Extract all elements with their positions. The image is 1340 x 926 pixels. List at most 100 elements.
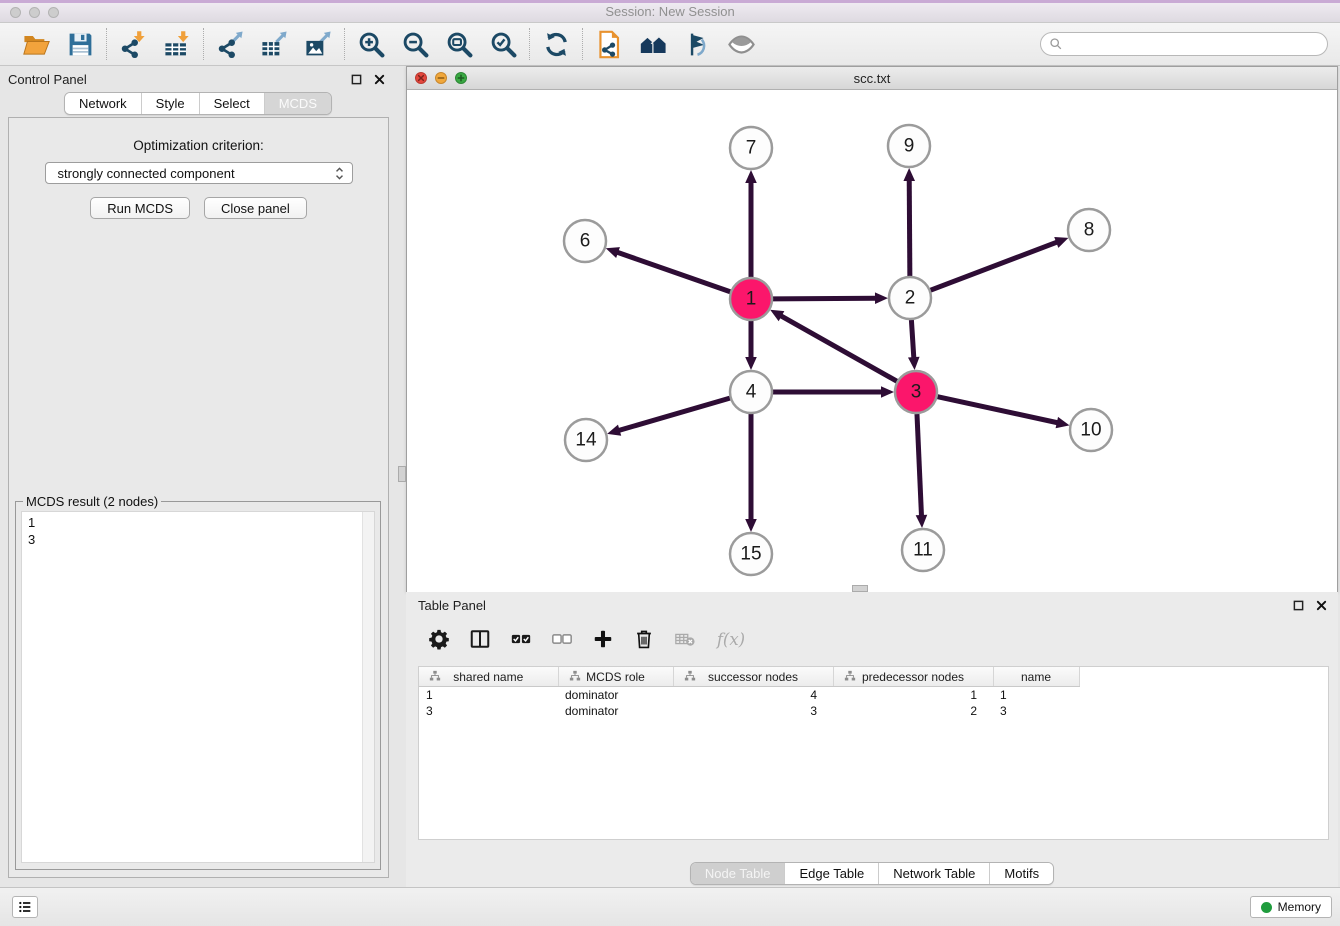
- close-panel-icon[interactable]: [373, 73, 386, 86]
- float-panel-icon[interactable]: [1292, 599, 1305, 612]
- delete-icon[interactable]: [633, 627, 655, 651]
- column-header-shared-name[interactable]: shared name: [419, 667, 558, 687]
- import-network-icon[interactable]: [117, 28, 149, 60]
- window-zoom-icon[interactable]: [455, 72, 467, 84]
- graph-edge-2-8[interactable]: [931, 242, 1059, 290]
- refresh-icon[interactable]: [540, 28, 572, 60]
- select-all-icon[interactable]: [510, 627, 532, 651]
- tab-motifs[interactable]: Motifs: [989, 863, 1053, 884]
- svg-text:f(x): f(x): [715, 630, 745, 649]
- graph-edge-arrowhead: [1054, 237, 1068, 248]
- tab-node-table[interactable]: Node Table: [691, 863, 785, 884]
- tab-select[interactable]: Select: [199, 93, 264, 114]
- table-cell[interactable]: 3: [993, 703, 1079, 719]
- zoom-in-icon[interactable]: [355, 28, 387, 60]
- zoom-selected-icon[interactable]: [487, 28, 519, 60]
- table-panel-title: Table Panel: [410, 598, 486, 613]
- graph-node-label: 14: [575, 430, 597, 451]
- eye-icon[interactable]: [725, 28, 757, 60]
- search-box[interactable]: [1040, 32, 1328, 56]
- graph-edge-3-1[interactable]: [780, 315, 897, 381]
- graph-edge-3-11[interactable]: [917, 414, 922, 517]
- network-canvas[interactable]: 7968124314101511: [407, 90, 1337, 593]
- column-panel-icon[interactable]: [469, 627, 491, 651]
- float-panel-icon[interactable]: [350, 73, 363, 86]
- table-cell[interactable]: 4: [673, 687, 833, 704]
- graph-node-label: 11: [913, 540, 933, 561]
- tab-edge-table[interactable]: Edge Table: [784, 863, 878, 884]
- zoom-out-icon[interactable]: [399, 28, 431, 60]
- app-title: Session: New Session: [0, 4, 1340, 19]
- graph-edge-1-6[interactable]: [616, 252, 730, 292]
- graph-edge-4-14[interactable]: [618, 398, 730, 431]
- graph-edge-3-10[interactable]: [937, 397, 1058, 423]
- tab-style[interactable]: Style: [141, 93, 199, 114]
- export-network-icon[interactable]: [214, 28, 246, 60]
- new-network-from-selection-icon[interactable]: [593, 28, 625, 60]
- memory-button[interactable]: Memory: [1250, 896, 1332, 918]
- table-cell[interactable]: 3: [673, 703, 833, 719]
- column-header-successor-nodes[interactable]: successor nodes: [673, 667, 833, 687]
- search-input[interactable]: [1067, 34, 1321, 54]
- graph-edge-arrowhead: [1056, 417, 1070, 428]
- column-header-label: name: [1021, 670, 1051, 684]
- import-table-icon[interactable]: [161, 28, 193, 60]
- window-close-icon[interactable]: [415, 72, 427, 84]
- deselect-all-icon[interactable]: [551, 627, 573, 651]
- mcds-result-list[interactable]: 1 3: [21, 511, 375, 863]
- table-cell[interactable]: dominator: [558, 703, 673, 719]
- column-header-mcds-role[interactable]: MCDS role: [558, 667, 673, 687]
- graph-edge-1-2[interactable]: [773, 298, 877, 299]
- graph-edge-arrowhead: [908, 357, 920, 370]
- node-table[interactable]: shared name MCDS rolesuccessor nodesprede…: [418, 666, 1329, 840]
- list-icon: [17, 899, 33, 915]
- table-row[interactable]: 1dominator411: [419, 687, 1079, 704]
- table-cell[interactable]: 3: [419, 703, 558, 719]
- function-icon: f(x): [715, 627, 748, 651]
- scrollbar[interactable]: [362, 512, 374, 862]
- tab-network-table[interactable]: Network Table: [878, 863, 989, 884]
- save-icon[interactable]: [64, 28, 96, 60]
- horizontal-splitter-grip[interactable]: [852, 585, 868, 592]
- tab-mcds[interactable]: MCDS: [264, 93, 331, 114]
- delete-table-icon: [674, 627, 696, 651]
- table-cell[interactable]: 1: [419, 687, 558, 704]
- optimization-criterion-dropdown[interactable]: strongly connected component: [45, 162, 353, 184]
- gear-icon[interactable]: [428, 627, 450, 651]
- graph-node-label: 6: [580, 231, 591, 252]
- app-titlebar: Session: New Session: [0, 0, 1340, 23]
- table-row[interactable]: 3dominator323: [419, 703, 1079, 719]
- window-minimize-icon[interactable]: [435, 72, 447, 84]
- graph-edge-2-3[interactable]: [911, 320, 913, 359]
- open-folder-icon[interactable]: [20, 28, 52, 60]
- main-toolbar: [0, 23, 1340, 66]
- network-view-window: scc.txt 7968124314101511: [406, 66, 1338, 592]
- mcds-result-group: MCDS result (2 nodes) 1 3: [15, 494, 381, 870]
- run-mcds-button[interactable]: Run MCDS: [90, 197, 190, 219]
- zoom-fit-icon[interactable]: [443, 28, 475, 60]
- close-panel-icon[interactable]: [1315, 599, 1328, 612]
- table-cell[interactable]: 1: [993, 687, 1079, 704]
- first-neighbors-icon[interactable]: [637, 28, 669, 60]
- tab-network[interactable]: Network: [65, 93, 141, 114]
- network-window-titlebar[interactable]: scc.txt: [407, 67, 1337, 90]
- add-icon[interactable]: [592, 627, 614, 651]
- column-header-label: shared name: [453, 670, 523, 684]
- graphics-details-icon[interactable]: [681, 28, 713, 60]
- column-header-predecessor-nodes[interactable]: predecessor nodes: [833, 667, 993, 687]
- table-cell[interactable]: dominator: [558, 687, 673, 704]
- control-panel-header: Control Panel: [0, 66, 396, 92]
- vertical-splitter-grip[interactable]: [398, 466, 406, 482]
- table-cell[interactable]: 2: [833, 703, 993, 719]
- graph-edge-arrowhead: [607, 425, 621, 436]
- close-panel-button[interactable]: Close panel: [204, 197, 307, 219]
- export-table-icon[interactable]: [258, 28, 290, 60]
- task-history-button[interactable]: [12, 896, 38, 918]
- column-header-name[interactable]: name: [993, 667, 1079, 687]
- graph-edge-2-9[interactable]: [909, 179, 910, 276]
- status-bar: Memory: [0, 887, 1340, 926]
- mcds-panel: Optimization criterion: strongly connect…: [8, 117, 389, 878]
- graph-node-label: 1: [746, 289, 757, 310]
- export-image-icon[interactable]: [302, 28, 334, 60]
- table-cell[interactable]: 1: [833, 687, 993, 704]
